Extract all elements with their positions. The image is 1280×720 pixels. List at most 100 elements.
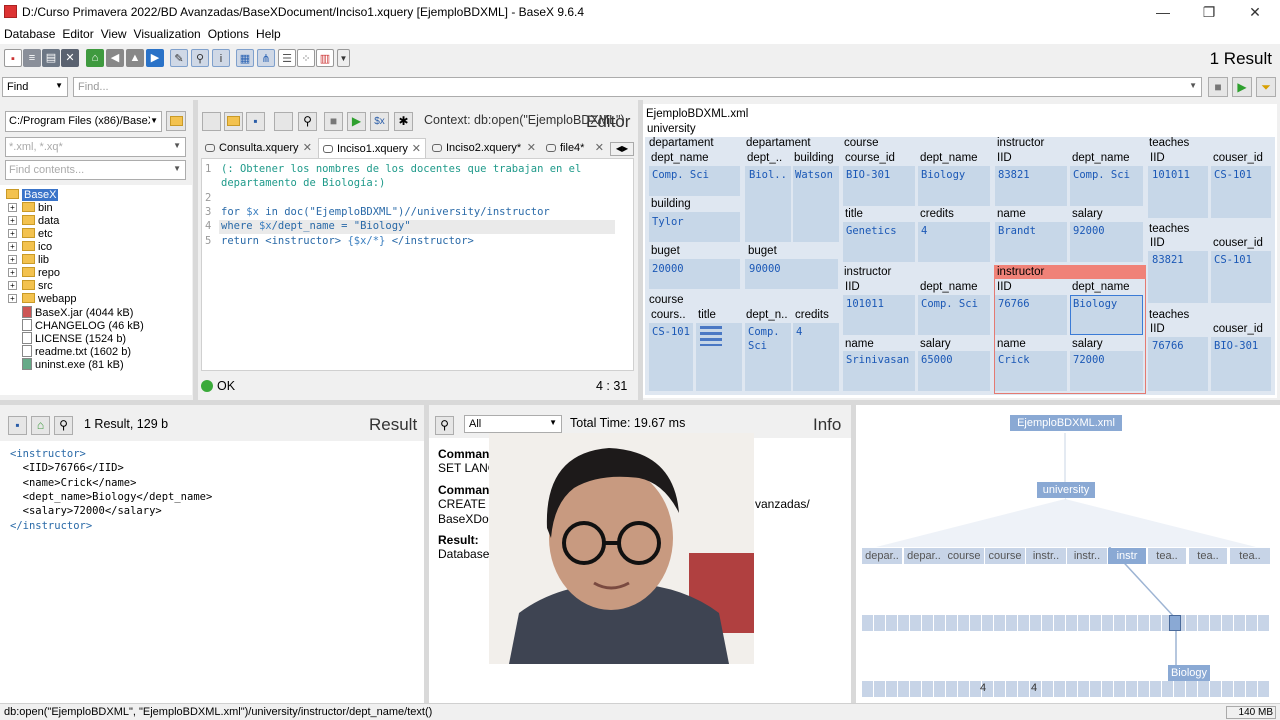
- tree-folder[interactable]: + repo: [8, 267, 60, 280]
- map-value: Genetics: [846, 225, 897, 237]
- editor-toggle-icon[interactable]: ✎: [170, 49, 188, 67]
- map-name-label: name: [997, 208, 1026, 220]
- tree-file[interactable]: readme.txt (1602 b): [22, 345, 131, 358]
- close-icon[interactable]: ✕: [303, 138, 312, 158]
- tree-root-basex[interactable]: BaseX: [6, 189, 59, 202]
- result-line: </instructor>: [10, 520, 93, 532]
- map-salary-label: salary: [920, 338, 951, 350]
- tree-node-child[interactable]: course: [985, 548, 1025, 564]
- view-dropdown-icon[interactable]: ▼: [337, 49, 350, 67]
- menu-view[interactable]: View: [97, 24, 130, 41]
- folder-view-icon[interactable]: ☰: [278, 49, 296, 67]
- menu-database[interactable]: Database: [0, 24, 58, 41]
- tree-leaf-node[interactable]: Biology: [1168, 665, 1210, 681]
- minimize-button[interactable]: —: [1140, 2, 1186, 24]
- tree-level3-selected-node[interactable]: [1169, 615, 1181, 631]
- menu-editor[interactable]: Editor: [58, 24, 96, 41]
- info-filter-select[interactable]: All ▼: [464, 415, 562, 433]
- search-icon[interactable]: ⚲: [54, 416, 73, 435]
- tree-file[interactable]: BaseX.jar (4044 kB): [22, 306, 133, 319]
- open-database-icon[interactable]: ≡: [23, 49, 41, 67]
- table-view-icon[interactable]: ▥: [316, 49, 334, 67]
- tree-folder[interactable]: + src: [8, 280, 53, 293]
- new-database-icon[interactable]: ▪: [4, 49, 22, 67]
- tab-file4[interactable]: file4* ✕: [542, 138, 608, 158]
- maximize-button[interactable]: ❐: [1186, 2, 1232, 24]
- new-file-icon[interactable]: [202, 112, 221, 131]
- project-path-select[interactable]: C:/Program Files (x86)/BaseX ▼: [5, 111, 162, 132]
- file-filter-input[interactable]: *.xml, *.xq* ▼: [5, 137, 186, 157]
- forward-icon[interactable]: ▶: [146, 49, 164, 67]
- tree-file[interactable]: LICENSE (1524 b): [22, 332, 126, 345]
- tree-node-document[interactable]: EjemploBDXML.xml: [1010, 415, 1122, 431]
- debug-icon[interactable]: ✱: [394, 112, 413, 131]
- tree-node-child-selected[interactable]: instr: [1108, 548, 1146, 564]
- search-icon[interactable]: ⚲: [435, 416, 454, 435]
- tree-node-child[interactable]: tea..: [1189, 548, 1227, 564]
- tree-node-child[interactable]: course: [944, 548, 984, 564]
- map-view-icon[interactable]: ▦: [236, 49, 254, 67]
- browse-folder-icon[interactable]: [166, 111, 186, 131]
- map-credits-cell[interactable]: [918, 222, 990, 262]
- map-value: Comp.: [748, 326, 780, 338]
- find-contents-input[interactable]: Find contents... ▼: [5, 160, 186, 180]
- tree-node-child[interactable]: depar..: [904, 548, 944, 564]
- menu-help[interactable]: Help: [252, 24, 284, 41]
- map-buget-label: buget: [748, 245, 777, 257]
- variables-icon[interactable]: $x: [370, 112, 389, 131]
- map-instructor-label: instructor: [997, 266, 1045, 278]
- close-button[interactable]: ✕: [1232, 2, 1278, 24]
- tab-inciso2[interactable]: Inciso2.xquery* ✕: [428, 138, 540, 158]
- code-editor[interactable]: [201, 158, 634, 371]
- search-icon[interactable]: ⚲: [298, 112, 317, 131]
- find-mode-select[interactable]: Find ▼: [2, 77, 68, 97]
- up-icon[interactable]: ▲: [126, 49, 144, 67]
- tab-scroll-arrows[interactable]: ◀▶: [610, 142, 634, 156]
- stop-icon[interactable]: ■: [1208, 77, 1228, 97]
- memory-indicator[interactable]: 140 MB: [1226, 706, 1276, 719]
- home-icon[interactable]: ⌂: [31, 416, 50, 435]
- tree-node-university[interactable]: university: [1037, 482, 1095, 498]
- tree-node-child[interactable]: depar..: [862, 548, 902, 564]
- close-icon[interactable]: ✕: [527, 138, 536, 158]
- tree-folder[interactable]: + ico: [8, 241, 52, 254]
- info-result-text: Database: [438, 547, 490, 561]
- tree-folder[interactable]: + lib: [8, 254, 49, 267]
- tab-inciso1[interactable]: Inciso1.xquery ✕: [318, 138, 426, 158]
- save-icon[interactable]: ▪: [8, 416, 27, 435]
- map-value: Tylor: [652, 216, 684, 228]
- close-icon[interactable]: ✕: [412, 139, 421, 159]
- run-icon[interactable]: ▶: [1232, 77, 1252, 97]
- run-query-icon[interactable]: ▶: [347, 112, 366, 131]
- home-icon[interactable]: ⌂: [86, 49, 104, 67]
- info-toggle-icon[interactable]: i: [212, 49, 230, 67]
- find-input[interactable]: Find... ▼: [73, 77, 1202, 97]
- tree-node-child[interactable]: tea..: [1230, 548, 1270, 564]
- menu-visualization[interactable]: Visualization: [130, 24, 204, 41]
- save-icon[interactable]: ▪: [246, 112, 265, 131]
- format-icon[interactable]: [274, 112, 293, 131]
- close-database-icon[interactable]: ✕: [61, 49, 79, 67]
- tree-node-child[interactable]: instr..: [1067, 548, 1107, 564]
- menu-options[interactable]: Options: [204, 24, 252, 41]
- tree-file[interactable]: uninst.exe (81 kB): [22, 358, 124, 371]
- open-file-icon[interactable]: [224, 112, 243, 131]
- filter-icon[interactable]: ⏷: [1256, 77, 1276, 97]
- tree-folder[interactable]: + bin: [8, 202, 53, 215]
- tree-file[interactable]: CHANGELOG (46 kB): [22, 319, 144, 332]
- tree-node-child[interactable]: instr..: [1026, 548, 1066, 564]
- tree-folder[interactable]: + etc: [8, 228, 53, 241]
- tree-view-icon[interactable]: ⋔: [257, 49, 275, 67]
- tree-folder[interactable]: + data: [8, 215, 59, 228]
- properties-icon[interactable]: ▤: [42, 49, 60, 67]
- plot-view-icon[interactable]: ⁘: [297, 49, 315, 67]
- tab-consulta[interactable]: Consulta.xquery ✕: [201, 138, 316, 158]
- map-value: 76766: [998, 298, 1030, 310]
- close-icon[interactable]: ✕: [595, 138, 604, 158]
- stop-icon[interactable]: ■: [324, 112, 343, 131]
- tree-folder[interactable]: + webapp: [8, 293, 77, 306]
- back-icon[interactable]: ◀: [106, 49, 124, 67]
- search-toggle-icon[interactable]: ⚲: [191, 49, 209, 67]
- line-number: 3: [205, 206, 212, 218]
- tree-node-child[interactable]: tea..: [1148, 548, 1186, 564]
